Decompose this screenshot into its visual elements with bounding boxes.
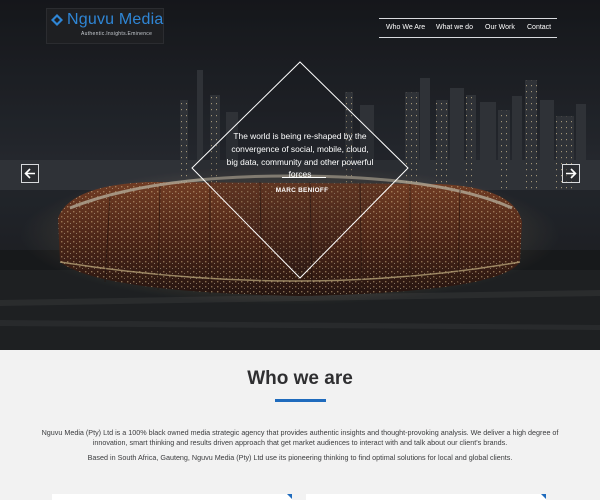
nav-link-our-work[interactable]: Our Work xyxy=(485,24,515,31)
quote-divider xyxy=(282,177,326,178)
hero-banner: Nguvu Media Authentic.Insights.Eminence … xyxy=(0,0,600,350)
card-corner-mark xyxy=(287,494,292,499)
brand-logo[interactable]: Nguvu Media Authentic.Insights.Eminence xyxy=(46,8,164,44)
quote-author: MARC BENIOFF xyxy=(275,187,329,194)
arrow-right-icon xyxy=(566,168,577,179)
nav-link-contact[interactable]: Contact xyxy=(527,24,551,31)
brand-name: Nguvu Media xyxy=(67,11,164,28)
nav-link-who-we-are[interactable]: Who We Are xyxy=(386,24,425,31)
section-title: Who we are xyxy=(247,368,353,389)
service-card-1[interactable] xyxy=(52,494,292,500)
slider-next-button[interactable] xyxy=(562,164,580,183)
title-underline xyxy=(275,399,326,402)
nav-link-what-we-do[interactable]: What we do xyxy=(436,24,473,31)
arrow-left-icon xyxy=(24,168,35,179)
brand-tagline: Authentic.Insights.Eminence xyxy=(81,31,153,37)
hero-quote: The world is being re-shaped by the conv… xyxy=(226,131,374,180)
logo-diamond-icon xyxy=(51,14,63,26)
service-card-2[interactable] xyxy=(306,494,546,500)
main-navigation: Who We Are What we do Our Work Contact xyxy=(379,18,557,38)
card-corner-mark xyxy=(541,494,546,499)
slider-prev-button[interactable] xyxy=(21,164,39,183)
about-paragraph-1: Nguvu Media (Pty) Ltd is a 100% black ow… xyxy=(41,428,559,448)
about-paragraph-2: Based in South Africa, Gauteng, Nguvu Me… xyxy=(87,453,513,462)
